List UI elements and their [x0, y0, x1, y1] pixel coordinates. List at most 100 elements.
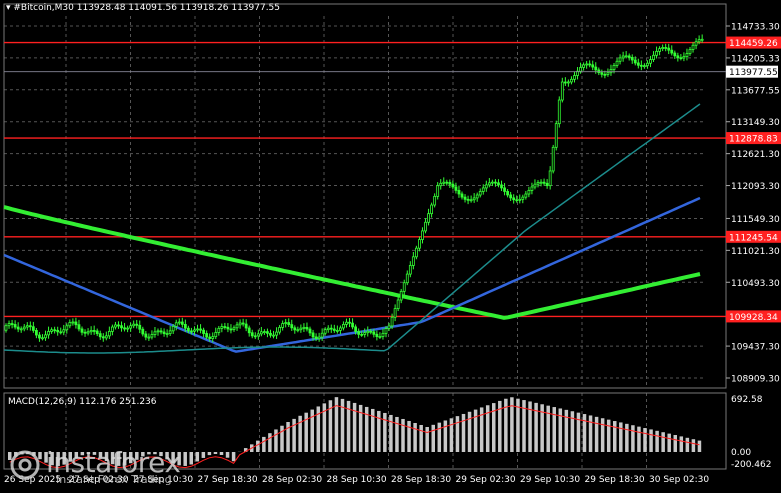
level-price-label: 114459.26 — [729, 39, 778, 49]
candle-body — [254, 336, 256, 337]
macd-scale-label: 692.58 — [731, 395, 763, 405]
candle-body — [379, 336, 381, 337]
price-tick-label: 108909.30 — [731, 375, 780, 385]
macd-bar — [268, 433, 272, 452]
macd-bar — [401, 419, 405, 452]
macd-scale-label: 0.00 — [731, 448, 751, 458]
candle-body — [197, 329, 199, 330]
candle-body — [193, 330, 195, 331]
macd-bar — [462, 414, 466, 452]
candle-body — [464, 197, 466, 199]
macd-bar — [444, 420, 448, 452]
candle-body — [212, 337, 214, 339]
candle-body — [689, 49, 691, 53]
candle-body — [127, 328, 129, 329]
price-tick-label: 112093.30 — [731, 182, 780, 192]
candle-body — [494, 182, 496, 183]
candle-body — [391, 317, 393, 326]
candle-body — [35, 330, 37, 335]
macd-bar — [468, 412, 472, 452]
candle-body — [8, 324, 10, 326]
candle-body — [93, 330, 95, 331]
candle-body — [54, 330, 56, 331]
macd-bar — [450, 418, 454, 452]
macd-bar — [637, 427, 641, 452]
candle-body — [470, 200, 472, 201]
candle-body — [239, 323, 241, 325]
macd-bar — [589, 415, 593, 452]
macd-label: MACD(12,26,9) 112.176 251.236 — [8, 397, 157, 407]
candle-body — [671, 50, 673, 53]
level-price-label: 111245.54 — [729, 233, 778, 243]
candle-body — [482, 188, 484, 192]
candle-body — [677, 56, 679, 58]
candle-body — [543, 182, 545, 183]
candle-body — [72, 322, 74, 323]
candle-body — [634, 60, 636, 63]
candle-body — [230, 329, 232, 330]
candle-body — [397, 300, 399, 309]
candle-body — [309, 329, 311, 333]
macd-scale-label: -200.462 — [731, 460, 771, 470]
candle-body — [415, 248, 417, 257]
candle-body — [409, 265, 411, 274]
candle-body — [81, 329, 83, 332]
candle-body — [38, 335, 40, 338]
candle-body — [96, 331, 98, 334]
candle-body — [84, 332, 86, 333]
macd-bar — [583, 414, 587, 452]
candle-body — [394, 309, 396, 318]
candle-body — [589, 64, 591, 65]
candle-body — [285, 323, 287, 324]
candle-body — [546, 183, 548, 185]
candle-body — [181, 322, 183, 324]
price-tick-label: 113149.30 — [731, 118, 780, 128]
candle-body — [528, 190, 530, 194]
candle-body — [291, 325, 293, 328]
time-tick-label: 30 Sep 02:30 — [649, 475, 709, 485]
candle-body — [665, 47, 667, 48]
candle-body — [573, 76, 575, 80]
candle-body — [592, 65, 594, 67]
candle-body — [14, 324, 16, 327]
candle-body — [57, 330, 59, 331]
candle-body — [282, 324, 284, 328]
macd-bar — [595, 417, 599, 452]
candle-body — [497, 183, 499, 185]
candle-body — [461, 194, 463, 197]
candle-body — [172, 326, 174, 330]
candle-body — [266, 332, 268, 334]
candle-body — [215, 332, 217, 336]
time-tick-label: 29 Sep 18:30 — [585, 475, 645, 485]
candle-body — [312, 333, 314, 337]
candle-body — [607, 73, 609, 75]
chart-window[interactable]: 114459.26112878.83111245.54109928.34 114… — [0, 0, 781, 489]
candle-body — [263, 332, 265, 333]
macd-bar — [686, 438, 690, 452]
candle-body — [376, 334, 378, 336]
candle-body — [339, 328, 341, 330]
candle-body — [142, 329, 144, 334]
candle-body — [555, 124, 557, 148]
macd-bar — [292, 419, 296, 452]
candle-body — [157, 331, 159, 332]
price-tick-label: 110493.30 — [731, 279, 780, 289]
candle-body — [628, 56, 630, 58]
macd-bar — [395, 417, 399, 452]
macd-bar — [692, 439, 696, 452]
macd-bar — [432, 425, 436, 452]
candle-body — [537, 183, 539, 185]
candle-body — [355, 327, 357, 332]
macd-bar — [565, 410, 569, 452]
candle-body — [78, 325, 80, 329]
candle-body — [525, 194, 527, 197]
candle-body — [130, 326, 132, 328]
candle-body — [583, 65, 585, 68]
price-chart-canvas[interactable]: 114459.26112878.83111245.54109928.34 114… — [0, 0, 781, 489]
symbol-header: ▾ #Bitcoin,M30 113928.48 114091.56 11391… — [6, 3, 280, 13]
macd-bar — [607, 420, 611, 452]
candle-body — [136, 324, 138, 325]
candle-body — [169, 331, 171, 334]
candle-body — [63, 330, 65, 332]
candle-body — [686, 54, 688, 57]
